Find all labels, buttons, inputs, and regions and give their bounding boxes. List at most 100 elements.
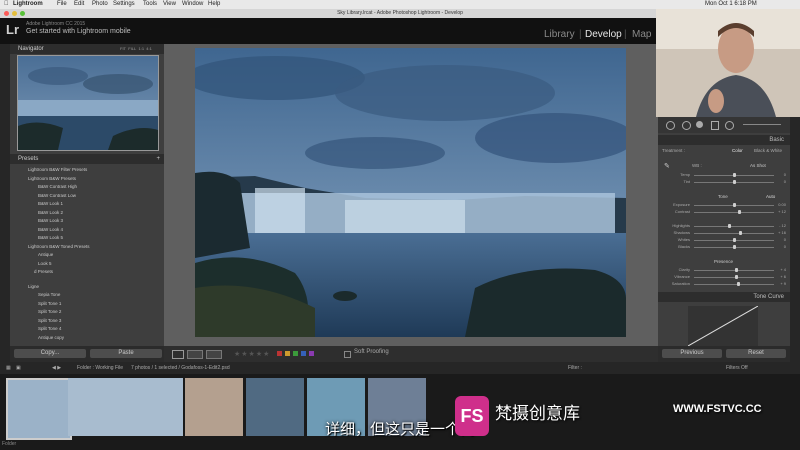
slider-value[interactable]: + 9 <box>780 281 786 286</box>
main-photo[interactable] <box>195 48 626 337</box>
back-arrow-icon[interactable]: ◀ ▶ <box>52 362 61 374</box>
basic-header[interactable]: Basic <box>658 135 790 145</box>
slider-knob[interactable] <box>728 224 732 228</box>
wb-select[interactable]: As Shot <box>750 163 766 168</box>
slider-value[interactable]: + 4 <box>780 267 786 272</box>
slider-value[interactable]: + 6 <box>780 274 786 279</box>
navigator-header[interactable]: Navigator FIT FILL 1:1 4:1 <box>10 44 164 54</box>
brush-size-slider[interactable] <box>743 124 781 125</box>
preset-item[interactable]: B&W Look 2 <box>10 209 164 218</box>
slider-exposure[interactable]: Exposure 0.00 <box>658 202 790 209</box>
paste-button[interactable]: Paste <box>90 349 162 358</box>
preset-item[interactable]: B&W Look 1 <box>10 200 164 209</box>
preset-folder[interactable]: Lightroom B&W Presets <box>10 175 164 184</box>
slider-knob[interactable] <box>733 245 736 249</box>
slider-knob[interactable] <box>733 203 736 207</box>
slider-contrast[interactable]: Contrast + 12 <box>658 209 790 216</box>
slider-temp[interactable]: Temp 0 <box>658 172 790 179</box>
menu-view[interactable]: View <box>163 0 176 9</box>
menu-help[interactable]: Help <box>208 0 220 9</box>
preset-folder[interactable]: Ligne <box>10 283 164 292</box>
slider-knob[interactable] <box>733 238 736 242</box>
module-map[interactable]: Map <box>632 29 651 40</box>
slider-blacks[interactable]: Blacks 0 <box>658 244 790 251</box>
color-label-purple[interactable] <box>309 351 314 356</box>
slider-knob[interactable] <box>734 268 738 272</box>
preset-item[interactable]: d Presets <box>10 268 164 277</box>
zoom-fill[interactable]: FILL <box>128 46 136 51</box>
left-panel-edge[interactable] <box>0 44 10 362</box>
slider-value[interactable]: 0.00 <box>778 202 786 207</box>
treatment-bw[interactable]: Black & White <box>754 148 782 153</box>
apple-icon[interactable]:  <box>4 0 9 9</box>
close-window-button[interactable] <box>4 11 9 16</box>
slider-tint[interactable]: Tint 0 <box>658 179 790 186</box>
slider-knob[interactable] <box>733 180 736 184</box>
slider-value[interactable]: 0 <box>784 179 786 184</box>
slider-knob[interactable] <box>735 275 739 279</box>
menu-window[interactable]: Window <box>182 0 203 9</box>
preset-folder[interactable]: Lightroom B&W Filter Presets <box>10 166 164 175</box>
preset-item[interactable]: Split Tone 4 <box>10 325 164 334</box>
red-eye-icon[interactable] <box>696 121 703 128</box>
rating-stars[interactable]: ★★★★★ <box>234 350 270 358</box>
slider-vibrance[interactable]: Vibrance + 6 <box>658 274 790 281</box>
radial-filter-icon[interactable] <box>725 121 734 130</box>
slider-track[interactable] <box>694 284 774 285</box>
filmstrip-source[interactable]: Folder : Working File <box>77 362 123 374</box>
zoom-4-1[interactable]: 4:1 <box>146 46 152 51</box>
soft-proofing-checkbox[interactable] <box>344 351 351 358</box>
navigator-preview[interactable] <box>17 55 159 151</box>
module-develop[interactable]: Develop <box>585 29 622 40</box>
preset-folder[interactable]: Lightroom B&W Toned Presets <box>10 243 164 252</box>
loupe-view-icon[interactable] <box>172 350 184 359</box>
color-label-yellow[interactable] <box>285 351 290 356</box>
preset-item[interactable]: B&W Look 5 <box>10 234 164 243</box>
slider-knob[interactable] <box>737 282 740 286</box>
preset-item[interactable]: Antique <box>10 251 164 260</box>
preset-item[interactable]: Look 5 <box>10 260 164 269</box>
slider-knob[interactable] <box>733 173 736 177</box>
grid-view-icon[interactable]: ▦ <box>6 362 11 374</box>
add-preset-icon[interactable]: + <box>156 154 160 164</box>
tone-curve-graph[interactable] <box>688 306 758 346</box>
slider-knob[interactable] <box>739 231 743 235</box>
menu-photo[interactable]: Photo <box>92 0 108 9</box>
slider-track[interactable] <box>694 233 774 234</box>
preset-item[interactable]: Split Tone 3 <box>10 317 164 326</box>
before-after-split-icon[interactable] <box>206 350 222 359</box>
copy-button[interactable]: Copy... <box>14 349 86 358</box>
before-after-icon[interactable] <box>187 350 203 359</box>
treatment-color[interactable]: Color <box>732 148 743 153</box>
slider-clarity[interactable]: Clarity + 4 <box>658 267 790 274</box>
slider-knob[interactable] <box>737 210 741 214</box>
spot-removal-icon[interactable] <box>682 121 691 130</box>
menu-settings[interactable]: Settings <box>113 0 135 9</box>
menu-file[interactable]: File <box>57 0 67 9</box>
menu-lightroom[interactable]: Lightroom <box>13 0 43 9</box>
slider-value[interactable]: 0 <box>784 244 786 249</box>
eyedropper-icon[interactable]: ✎ <box>664 162 670 170</box>
identity-mobile-link[interactable]: Get started with Lightroom mobile <box>26 28 131 35</box>
filters-off-select[interactable]: Filters Off <box>726 362 748 374</box>
auto-tone-button[interactable]: Auto <box>766 194 775 199</box>
zoom-window-button[interactable] <box>20 11 25 16</box>
zoom-1-1[interactable]: 1:1 <box>138 46 144 51</box>
preset-item[interactable]: Split Tone 2 <box>10 308 164 317</box>
module-library[interactable]: Library <box>544 29 575 40</box>
slider-track[interactable] <box>694 277 774 278</box>
second-window-icon[interactable]: ▣ <box>16 362 21 374</box>
minimize-window-button[interactable] <box>12 11 17 16</box>
menu-tools[interactable]: Tools <box>143 0 157 9</box>
preset-item[interactable]: B&W Look 3 <box>10 217 164 226</box>
color-label-green[interactable] <box>293 351 298 356</box>
slider-saturation[interactable]: Saturation + 9 <box>658 281 790 288</box>
zoom-fit[interactable]: FIT <box>120 46 126 51</box>
presets-header[interactable]: Presets + <box>10 154 164 164</box>
menu-edit[interactable]: Edit <box>74 0 84 9</box>
slider-shadows[interactable]: Shadows + 16 <box>658 230 790 237</box>
preset-item[interactable]: B&W Look 4 <box>10 226 164 235</box>
preset-item[interactable]: Split Tone 1 <box>10 300 164 309</box>
preset-item[interactable]: Antique copy <box>10 334 164 343</box>
previous-button[interactable]: Previous <box>662 349 722 358</box>
